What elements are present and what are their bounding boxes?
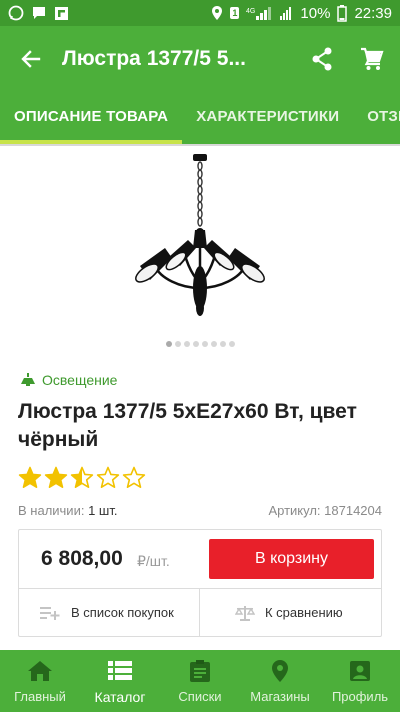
gallery-dot[interactable] xyxy=(192,341,199,347)
category-link[interactable]: Освещение xyxy=(20,372,117,388)
app-bar: Люстра 1377/5 5... xyxy=(0,26,400,92)
tab-description[interactable]: ОПИСАНИЕ ТОВАРА xyxy=(0,92,183,144)
scales-icon xyxy=(235,605,255,621)
sim-badge: 1 xyxy=(230,7,240,19)
compare-label: К сравнению xyxy=(265,605,343,620)
share-button[interactable] xyxy=(302,26,342,92)
share-icon xyxy=(312,47,332,71)
gallery-dot[interactable] xyxy=(219,341,226,347)
nav-label-catalog: Каталог xyxy=(94,689,146,705)
catalog-icon xyxy=(108,661,132,680)
actions-divider xyxy=(199,589,200,636)
location-pin-icon xyxy=(272,660,288,682)
profile-icon xyxy=(350,661,370,681)
gallery-dot[interactable] xyxy=(174,341,181,347)
tabs-divider xyxy=(0,144,400,146)
nav-label-stores: Магазины xyxy=(250,689,310,704)
status-bar: 1 4G 10% 22:39 xyxy=(0,0,400,26)
nav-label-lists: Списки xyxy=(178,689,222,704)
rating-stars xyxy=(18,466,146,490)
playlist-add-icon xyxy=(40,606,60,620)
star-empty-icon xyxy=(122,466,146,489)
nav-item-lists[interactable]: Списки xyxy=(160,650,240,712)
message-icon xyxy=(31,5,47,21)
star-full-icon xyxy=(44,466,68,489)
add-to-list-label: В список покупок xyxy=(71,605,174,620)
tab-characteristics[interactable]: ХАРАКТЕРИСТИКИ xyxy=(182,92,353,144)
stock-value: 1 шт. xyxy=(88,503,118,518)
star-full-icon xyxy=(18,466,42,489)
price-unit: ₽/шт. xyxy=(137,553,170,569)
nav-item-profile[interactable]: Профиль xyxy=(320,650,400,712)
battery-icon xyxy=(337,4,348,22)
battery-percent: 10% xyxy=(300,4,331,22)
add-to-list-button[interactable]: В список покупок xyxy=(39,589,174,636)
star-empty-icon xyxy=(96,466,120,489)
clipboard-icon xyxy=(190,660,210,682)
gallery-dot[interactable] xyxy=(210,341,217,347)
nav-label-profile: Профиль xyxy=(331,689,389,704)
stock-label: В наличии: xyxy=(18,503,85,518)
nav-label-home: Главный xyxy=(14,689,66,704)
price-box: 6 808,00 ₽/шт. В корзину В список покупо… xyxy=(18,529,382,637)
price-row: 6 808,00 ₽/шт. В корзину xyxy=(19,530,381,588)
product-title: Люстра 1377/5 5xE27x60 Вт, цвет чёрный xyxy=(18,400,357,451)
sku: Артикул: 18714204 xyxy=(268,503,382,518)
gallery-dot[interactable] xyxy=(201,341,208,347)
add-to-cart-button[interactable]: В корзину xyxy=(209,539,374,579)
network-type: 4G xyxy=(246,8,255,15)
chandelier-image xyxy=(135,154,265,316)
lamp-icon xyxy=(21,373,35,386)
price-value: 6 808,00 xyxy=(41,547,123,570)
cart-button[interactable] xyxy=(350,26,394,92)
tab-reviews[interactable]: ОТЗЫ xyxy=(353,92,400,144)
back-button[interactable] xyxy=(0,26,62,92)
shopping-cart-icon xyxy=(361,47,384,70)
compare-button[interactable]: К сравнению xyxy=(235,589,343,636)
product-tabs: ОПИСАНИЕ ТОВАРА ХАРАКТЕРИСТИКИ ОТЗЫ xyxy=(0,92,400,144)
whatsapp-icon xyxy=(8,5,24,21)
gallery-dot[interactable] xyxy=(165,341,172,347)
signal-secondary-icon xyxy=(279,5,293,21)
signal-icon: 4G xyxy=(246,5,272,21)
star-half-icon xyxy=(70,466,94,489)
bottom-navigation: Главный Каталог Списки Магазины Профиль xyxy=(0,650,400,712)
flipboard-icon xyxy=(54,6,69,21)
status-right: 1 4G 10% 22:39 xyxy=(211,4,392,22)
home-icon xyxy=(28,661,52,681)
arrow-back-icon xyxy=(21,50,41,68)
status-left xyxy=(8,5,69,21)
gallery-dot[interactable] xyxy=(183,341,190,347)
stock-info: В наличии: 1 шт. xyxy=(18,503,117,518)
nav-item-home[interactable]: Главный xyxy=(0,650,80,712)
page-title: Люстра 1377/5 5... xyxy=(62,47,246,70)
location-icon xyxy=(211,5,223,21)
category-label: Освещение xyxy=(42,372,118,388)
gallery-dot[interactable] xyxy=(228,341,235,347)
clock: 22:39 xyxy=(354,4,392,22)
nav-item-stores[interactable]: Магазины xyxy=(240,650,320,712)
product-image[interactable] xyxy=(0,148,400,330)
gallery-indicator xyxy=(0,341,400,347)
nav-item-catalog[interactable]: Каталог xyxy=(80,650,160,712)
